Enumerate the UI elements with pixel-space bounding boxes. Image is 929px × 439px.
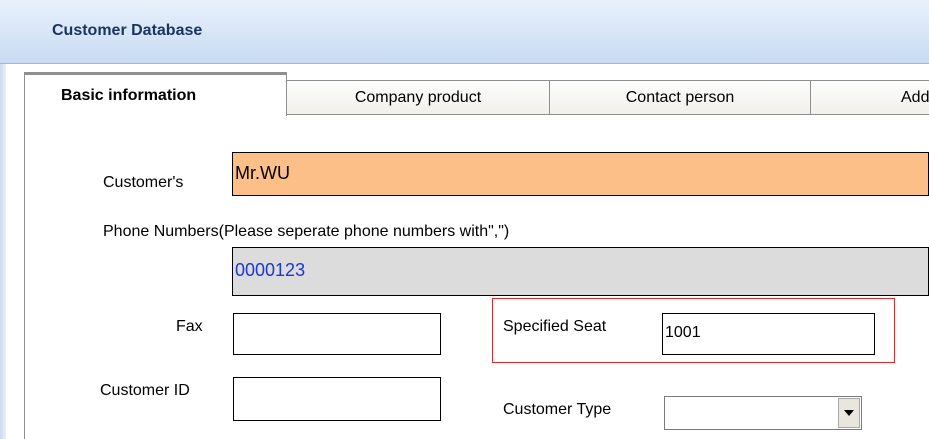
specified-seat-input[interactable]: 1001 — [662, 313, 875, 355]
tab-basic-information[interactable]: Basic information — [24, 72, 287, 116]
customer-name-input[interactable]: Mr.WU — [232, 152, 929, 196]
tab-additional[interactable]: Add — [810, 80, 929, 114]
window-title: Customer Database — [52, 22, 203, 39]
tab-company-product[interactable]: Company product — [286, 80, 550, 114]
chevron-down-icon — [844, 410, 854, 416]
customer-type-label: Customer Type — [503, 401, 612, 418]
customer-id-input[interactable] — [233, 377, 441, 421]
customer-name-label: Customer's — [103, 174, 184, 191]
customer-type-select[interactable] — [664, 396, 862, 430]
fax-input[interactable] — [233, 313, 441, 355]
window-frame-left — [0, 64, 6, 439]
tab-contact-person[interactable]: Contact person — [549, 80, 811, 114]
customer-database-window: Customer Database Company product Contac… — [0, 0, 929, 439]
phone-numbers-input[interactable]: 0000123 — [232, 247, 929, 296]
customer-type-dropdown-button[interactable] — [838, 398, 860, 428]
specified-seat-label: Specified Seat — [503, 318, 607, 335]
phone-numbers-label: Phone Numbers(Please seperate phone numb… — [103, 223, 510, 240]
title-bar: Customer Database — [0, 0, 929, 64]
customer-id-label: Customer ID — [100, 382, 190, 399]
fax-label: Fax — [176, 318, 203, 335]
